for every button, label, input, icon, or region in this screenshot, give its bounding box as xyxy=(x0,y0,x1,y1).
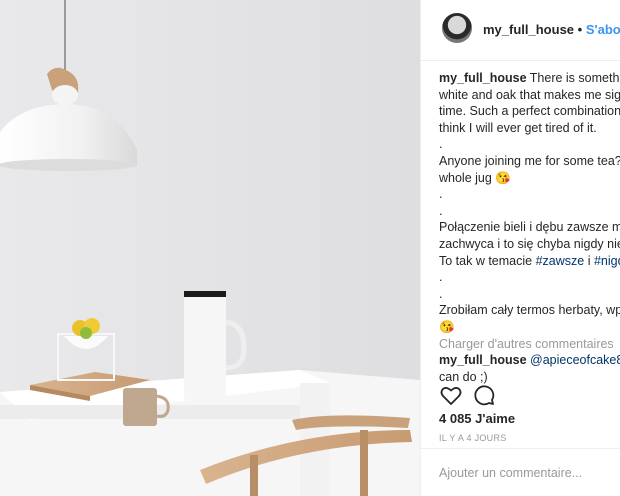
separator-dot: • xyxy=(577,22,586,37)
caption-line: . xyxy=(439,203,443,218)
follow-button[interactable]: S'abonner xyxy=(586,22,620,37)
caption-line: . xyxy=(439,137,443,152)
post-timestamp[interactable]: Il y a 4 jours xyxy=(439,433,507,443)
photo-scene xyxy=(0,0,420,496)
avatar[interactable] xyxy=(442,13,472,43)
caption-text: There is something about xyxy=(529,71,620,85)
caption-line: . xyxy=(439,270,443,285)
caption-line: . xyxy=(439,187,443,202)
likes-count[interactable]: 4 085 J'aime xyxy=(439,411,515,426)
caption-username[interactable]: my_full_house xyxy=(439,71,527,85)
caption-line-hashtags: To tak w temacie #zawsze i #nigdy xyxy=(439,253,620,270)
caption-line: think I will ever get tired of it. xyxy=(439,120,597,135)
comments-area: my_full_house There is something about w… xyxy=(439,70,620,385)
heart-icon[interactable] xyxy=(439,383,463,407)
header-line: my_full_house • S'abonner xyxy=(483,22,620,37)
caption-line: time. Such a perfect combination, I don'… xyxy=(439,104,620,119)
caption-line: Anyone joining me for some tea? Made a xyxy=(439,153,620,168)
post-panel: my_full_house • S'abonner my_full_house … xyxy=(420,0,620,496)
caption-line: whole jug 😘 xyxy=(439,170,511,185)
hashtag-zawsze[interactable]: #zawsze xyxy=(536,254,585,268)
reply-mention[interactable]: @apieceofcake82 xyxy=(530,353,620,367)
caption-line: white and oak that makes me sigh every xyxy=(439,87,620,102)
reply-comment: my_full_house @apieceofcake82 xyxy=(439,352,620,369)
caption-line: 😘 xyxy=(439,319,455,334)
comment-icon[interactable] xyxy=(472,383,496,407)
post-photo[interactable] xyxy=(0,0,420,496)
comment-input[interactable]: Ajouter un commentaire... xyxy=(439,466,582,480)
hashtag-nigdy[interactable]: #nigdy xyxy=(594,254,620,268)
username-link[interactable]: my_full_house xyxy=(483,22,574,37)
caption-line: Połączenie bieli i dębu zawsze mnie xyxy=(439,220,620,235)
post-header: my_full_house • S'abonner xyxy=(421,0,620,61)
reply-text: can do ;) xyxy=(439,369,488,384)
add-comment-bar: Ajouter un commentaire... xyxy=(421,448,620,496)
reply-username[interactable]: my_full_house xyxy=(439,353,527,367)
caption-line: . xyxy=(439,286,443,301)
caption-line-0: my_full_house There is something about xyxy=(439,70,620,87)
caption-line: zachwyca i to się chyba nigdy nie zmieni… xyxy=(439,236,620,251)
load-more-comments[interactable]: Charger d'autres commentaires xyxy=(439,336,620,353)
caption-line: Zrobiłam cały termos herbaty, wpadniesz? xyxy=(439,303,620,318)
